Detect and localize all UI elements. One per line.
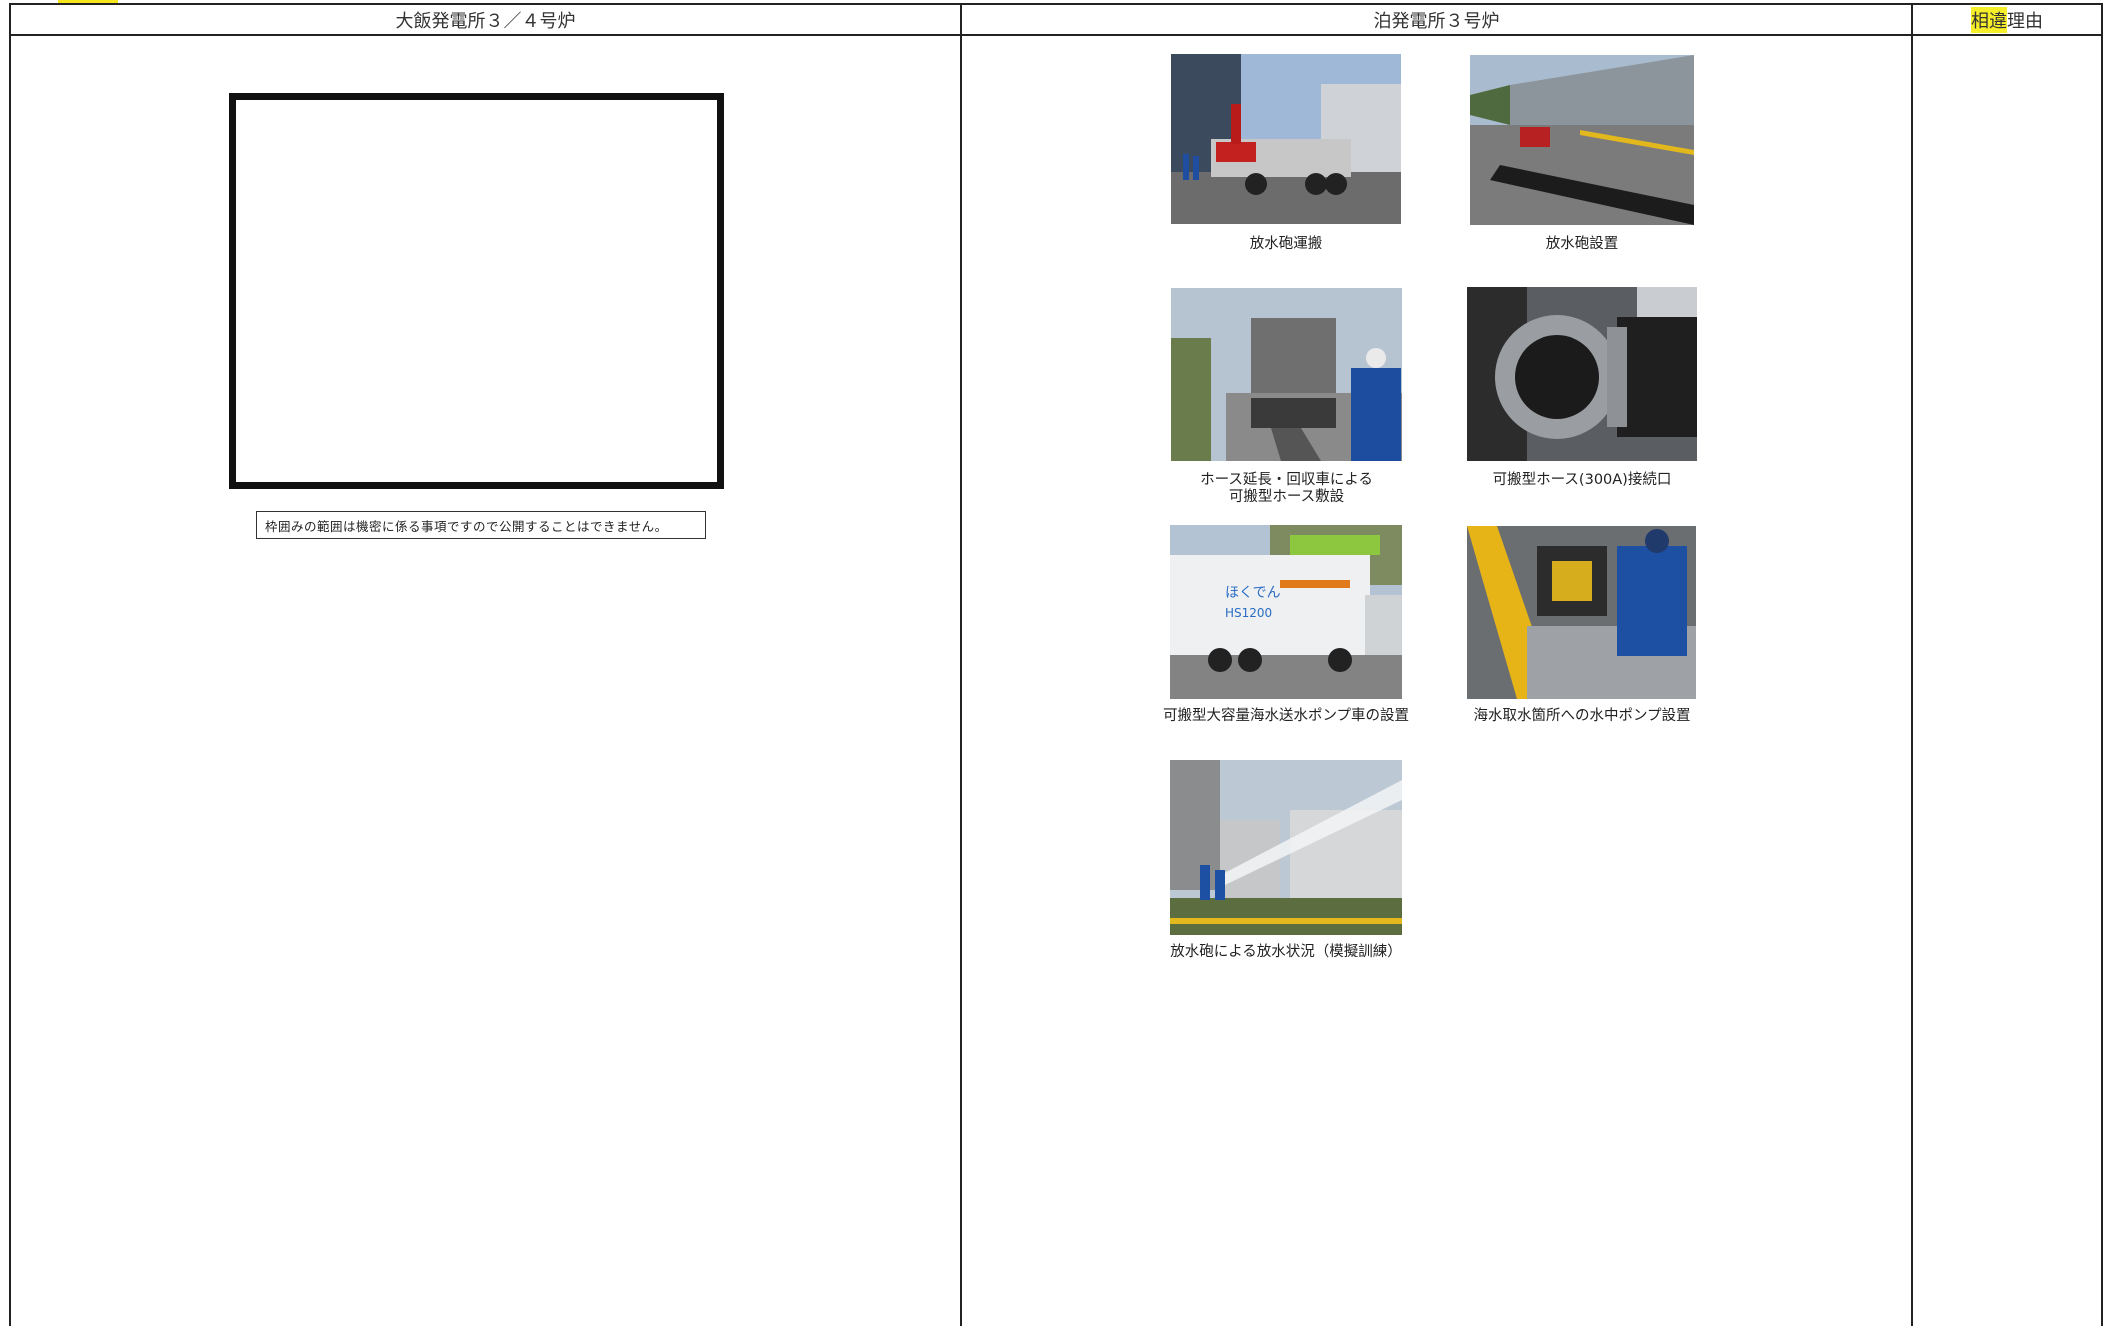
column-divider-1 xyxy=(960,3,962,1326)
caption-line: 可搬型ホース敷設 xyxy=(1228,489,1345,505)
confidential-frame xyxy=(229,93,724,489)
photo-hose-connection xyxy=(1467,287,1697,461)
column-divider-2 xyxy=(1911,3,1913,1326)
header-reason-rest: 理由 xyxy=(2007,10,2043,32)
header-tomari: 泊発電所３号炉 xyxy=(962,5,1911,34)
photo-caption: 可搬型ホース(300A)接続口 xyxy=(1467,472,1697,489)
caption-line: 放水砲設置 xyxy=(1545,236,1619,252)
photo-hose-laying xyxy=(1171,288,1402,461)
photo-cannon-installation xyxy=(1470,55,1694,225)
photo-caption: ホース延長・回収車による 可搬型ホース敷設 xyxy=(1146,472,1427,506)
photo-caption: 可搬型大容量海水送水ポンプ車の設置 xyxy=(1140,708,1432,725)
photo-caption: 海水取水箇所への水中ポンプ設置 xyxy=(1452,708,1712,725)
caption-line: 放水砲による放水状況（模擬訓練） xyxy=(1170,944,1402,960)
photo-water-discharge xyxy=(1170,760,1402,935)
photo-caption: 放水砲運搬 xyxy=(1171,236,1401,253)
caption-line: 可搬型ホース(300A)接続口 xyxy=(1492,472,1672,488)
photo-cannon-transport xyxy=(1171,54,1401,224)
photo-caption: 放水砲による放水状況（模擬訓練） xyxy=(1150,944,1422,961)
caption-line: 海水取水箇所への水中ポンプ設置 xyxy=(1473,708,1691,724)
header-rule xyxy=(9,34,2103,36)
photo-submersible-pump xyxy=(1467,526,1696,699)
truck-model-text: HS1200 xyxy=(1225,606,1272,620)
photo-pump-truck: ほくでん HS1200 xyxy=(1170,525,1402,699)
caption-line: 可搬型大容量海水送水ポンプ車の設置 xyxy=(1162,708,1410,724)
header-tomari-label: 泊発電所３号炉 xyxy=(1373,10,1500,32)
header-reason: 相違 理由 xyxy=(1913,5,2101,34)
truck-brand-text: ほくでん xyxy=(1225,585,1281,601)
document-page: 大飯発電所３／４号炉 泊発電所３号炉 相違 理由 枠囲みの範囲は機密に係る事項です… xyxy=(0,0,2103,1326)
photo-caption: 放水砲設置 xyxy=(1470,236,1694,253)
caption-line: ホース延長・回収車による xyxy=(1200,472,1373,488)
header-ohi-label: 大飯発電所３／４号炉 xyxy=(395,10,576,32)
caption-line: 放水砲運搬 xyxy=(1249,236,1323,252)
header-ohi: 大飯発電所３／４号炉 xyxy=(11,5,960,34)
confidential-note: 枠囲みの範囲は機密に係る事項ですので公開することはできません。 xyxy=(256,511,706,539)
header-reason-highlight: 相違 xyxy=(1971,6,2007,33)
